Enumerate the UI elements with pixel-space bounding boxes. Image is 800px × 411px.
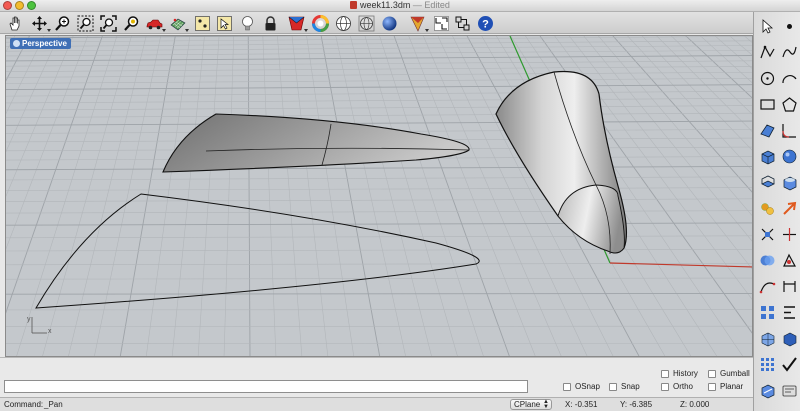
transform-tools-icon[interactable] <box>453 14 471 32</box>
fillet-icon[interactable] <box>780 121 798 139</box>
gumball-transform-icon[interactable] <box>432 14 450 32</box>
align-icon[interactable] <box>780 303 798 321</box>
planar-checkbox[interactable] <box>708 382 716 391</box>
zoom-window-icon[interactable] <box>76 14 94 32</box>
zoom-extents-icon[interactable] <box>99 14 117 32</box>
polyline-icon[interactable] <box>758 43 776 61</box>
command-prompt-label: Command: <box>4 400 44 409</box>
curve-icon[interactable] <box>780 43 798 61</box>
viewport-scene <box>6 36 752 356</box>
split-icon[interactable] <box>780 225 798 243</box>
history-checkbox[interactable] <box>661 369 669 378</box>
light-bulb-icon[interactable] <box>238 14 256 32</box>
viewport-title: Perspective <box>22 39 67 48</box>
dimension-icon[interactable] <box>780 277 798 295</box>
viewport-tab[interactable]: Perspective <box>10 38 71 49</box>
zoom-icon[interactable] <box>53 14 71 32</box>
gumball-checkbox[interactable] <box>708 369 716 378</box>
extrude-icon[interactable] <box>758 173 776 191</box>
mesh-icon[interactable] <box>758 329 776 347</box>
select-icon[interactable] <box>215 14 233 32</box>
coord-z: Z: 0.000 <box>680 400 710 409</box>
revolved-solid[interactable] <box>495 70 628 255</box>
history-toggle[interactable]: History <box>661 369 698 378</box>
history-label: History <box>673 369 698 378</box>
car-icon[interactable] <box>145 14 166 32</box>
block-icon[interactable] <box>758 381 776 399</box>
help-icon[interactable]: ? <box>476 14 494 32</box>
cut-plane-icon[interactable] <box>408 14 429 32</box>
rectangle-icon[interactable] <box>758 95 776 113</box>
cplane-select[interactable]: CPlane ▲ ▼ <box>510 399 552 410</box>
planar-toggle[interactable]: Planar <box>708 382 743 391</box>
sphere-solid-icon[interactable] <box>780 147 798 165</box>
osnap-label: OSnap <box>575 382 600 391</box>
file-name: week11.3dm <box>360 0 411 10</box>
snap-label: Snap <box>621 382 640 391</box>
main-toolbar: ? <box>0 12 800 34</box>
status-bar: Command: _Pan CPlane ▲ ▼ X: -0.351 Y: -6.… <box>0 397 753 411</box>
coord-y: Y: -6.385 <box>620 400 653 409</box>
color-wheel-icon[interactable] <box>311 14 329 32</box>
perspective-viewport[interactable]: Perspective y x <box>5 35 753 357</box>
planar-label: Planar <box>720 382 744 391</box>
arc-icon[interactable] <box>780 69 798 87</box>
shaded-sphere-icon[interactable] <box>380 14 398 32</box>
osnap-toggle[interactable]: OSnap <box>563 382 600 391</box>
lock-icon[interactable] <box>261 14 279 32</box>
document-icon <box>350 1 358 9</box>
title-bar: week11.3dm — Edited <box>0 0 800 12</box>
last-command: _Pan <box>44 400 63 409</box>
transform-icon[interactable] <box>758 199 776 217</box>
render-icon[interactable] <box>780 329 798 347</box>
snap-toggle[interactable]: Snap <box>609 382 640 391</box>
construction-grid <box>6 36 752 356</box>
ortho-label: Ortho <box>673 382 694 391</box>
edited-status: — Edited <box>412 0 450 10</box>
grid-array-icon[interactable] <box>758 355 776 373</box>
hand-pan-icon[interactable] <box>6 14 24 32</box>
polygon-icon[interactable] <box>780 95 798 113</box>
axis-x-label: x <box>48 328 52 335</box>
ortho-checkbox[interactable] <box>661 382 669 391</box>
analysis-icon[interactable] <box>780 251 798 269</box>
point-icon[interactable] <box>780 17 798 35</box>
select-arrow-icon[interactable] <box>758 17 776 35</box>
explode-icon[interactable] <box>780 199 798 217</box>
point-on-icon[interactable] <box>193 14 211 32</box>
circle-icon[interactable] <box>758 69 776 87</box>
gumball-toggle[interactable]: Gumball <box>708 369 750 378</box>
grid-dots-icon[interactable] <box>168 14 189 32</box>
wireframe-sphere-icon[interactable] <box>334 14 352 32</box>
viewport-menu-icon[interactable] <box>13 40 20 47</box>
snap-checkbox[interactable] <box>609 382 617 391</box>
coord-x: X: -0.351 <box>565 400 598 409</box>
axis-y-label: y <box>27 316 31 323</box>
osnap-checkbox[interactable] <box>563 382 571 391</box>
ghosted-sphere-icon[interactable] <box>357 14 375 32</box>
command-input[interactable] <box>4 380 528 393</box>
cplane-label: CPlane <box>514 400 541 409</box>
cap-icon[interactable] <box>780 173 798 191</box>
tool-palette <box>753 12 800 411</box>
boolean-icon[interactable] <box>758 251 776 269</box>
curve-edit-icon[interactable] <box>758 277 776 295</box>
move-arrows-icon[interactable] <box>30 14 51 32</box>
world-axes-indicator <box>31 317 47 334</box>
ortho-toggle[interactable]: Ortho <box>661 382 693 391</box>
window-title: week11.3dm — Edited <box>0 0 800 11</box>
check-icon[interactable] <box>780 355 798 373</box>
box-solid-icon[interactable] <box>758 147 776 165</box>
svg-text:?: ? <box>482 18 489 30</box>
array-icon[interactable] <box>758 303 776 321</box>
gumball-label: Gumball <box>720 369 750 378</box>
surface-icon[interactable] <box>758 121 776 139</box>
options-icon[interactable] <box>780 381 798 399</box>
chevron-updown-icon: ▲ ▼ <box>543 399 549 410</box>
render-mode-icon[interactable] <box>287 14 308 32</box>
trim-icon[interactable] <box>758 225 776 243</box>
zoom-selected-icon[interactable] <box>122 14 140 32</box>
